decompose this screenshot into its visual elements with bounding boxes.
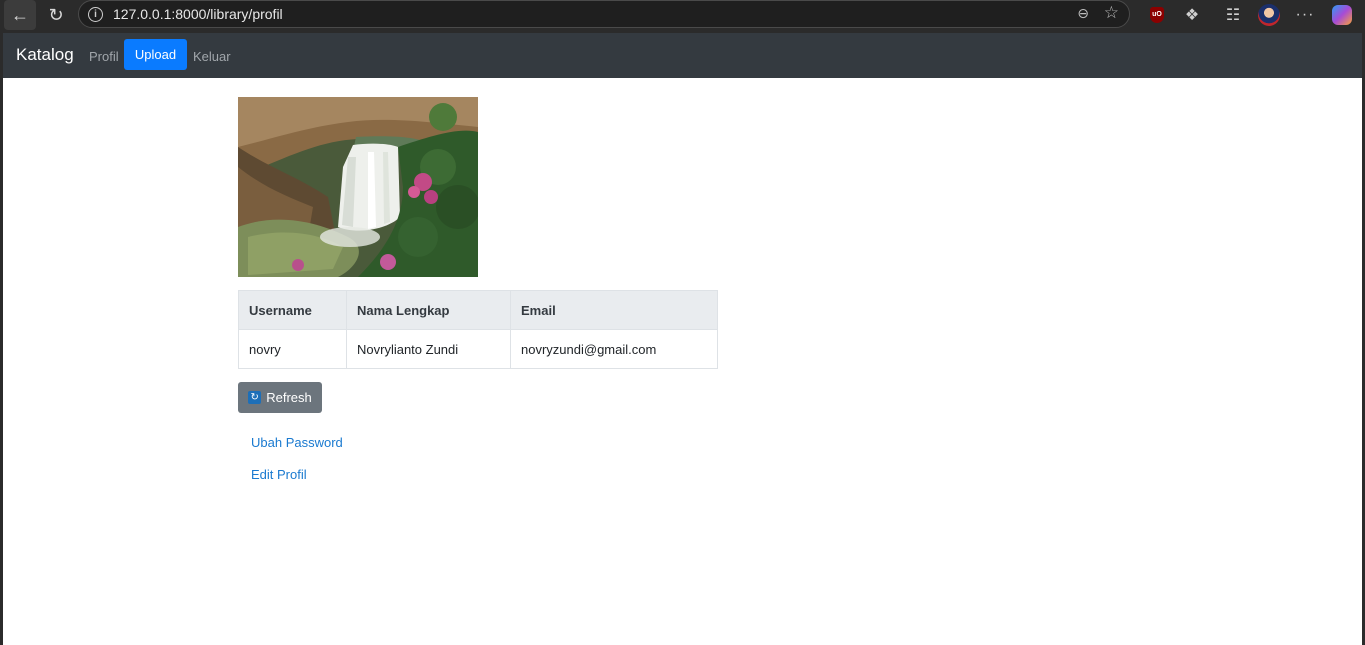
page-content: Katalog Profil Upload Keluar Username Na… [3,33,1362,645]
profile-table: Username Nama Lengkap Email novry Novryl… [238,290,718,369]
edit-profile-link[interactable]: Edit Profil [251,467,307,482]
favorite-star-icon[interactable]: ☆ [1104,3,1119,23]
nav-upload[interactable]: Upload [124,39,187,70]
site-info-icon[interactable]: i [88,7,103,22]
refresh-icon: ↻ [248,391,262,404]
table-header-row: Username Nama Lengkap Email [238,290,718,330]
brand-katalog[interactable]: Katalog [16,45,74,65]
refresh-label: Refresh [266,390,312,405]
header-email: Email [510,290,718,330]
nav-profil[interactable]: Profil [89,49,119,64]
reload-icon[interactable]: ↻ [40,0,72,30]
profile-avatar-icon[interactable] [1257,3,1281,27]
more-menu-icon[interactable]: ··· [1293,3,1317,27]
change-password-link[interactable]: Ubah Password [251,435,343,450]
cell-nama-lengkap: Novrylianto Zundi [346,329,511,369]
ublock-badge: uO [1150,7,1164,23]
refresh-button[interactable]: ↻ Refresh [238,382,322,413]
url-text[interactable]: 127.0.0.1:8000/library/profil [113,6,283,22]
waterfall-image [238,97,478,277]
back-arrow-icon[interactable]: ← [4,0,36,30]
profile-photo [238,97,478,277]
header-nama-lengkap: Nama Lengkap [346,290,511,330]
avatar [1258,4,1280,26]
copilot-logo [1332,5,1352,25]
header-username: Username [238,290,347,330]
address-bar[interactable]: i 127.0.0.1:8000/library/profil ⊖ ☆ [78,0,1130,28]
ublock-extension-icon[interactable]: uO [1145,3,1169,27]
zoom-out-icon[interactable]: ⊖ [1077,5,1089,22]
favorites-list-icon[interactable]: ☷ [1221,3,1245,27]
extensions-puzzle-icon[interactable]: ❖ [1180,3,1204,27]
nav-keluar[interactable]: Keluar [193,49,231,64]
cell-email: novryzundi@gmail.com [510,329,718,369]
top-navbar: Katalog Profil Upload Keluar [3,33,1362,78]
copilot-icon[interactable] [1330,3,1354,27]
browser-toolbar: ← ↻ i 127.0.0.1:8000/library/profil ⊖ ☆ … [0,0,1365,30]
cell-username: novry [238,329,347,369]
table-row: novry Novrylianto Zundi novryzundi@gmail… [238,329,718,369]
